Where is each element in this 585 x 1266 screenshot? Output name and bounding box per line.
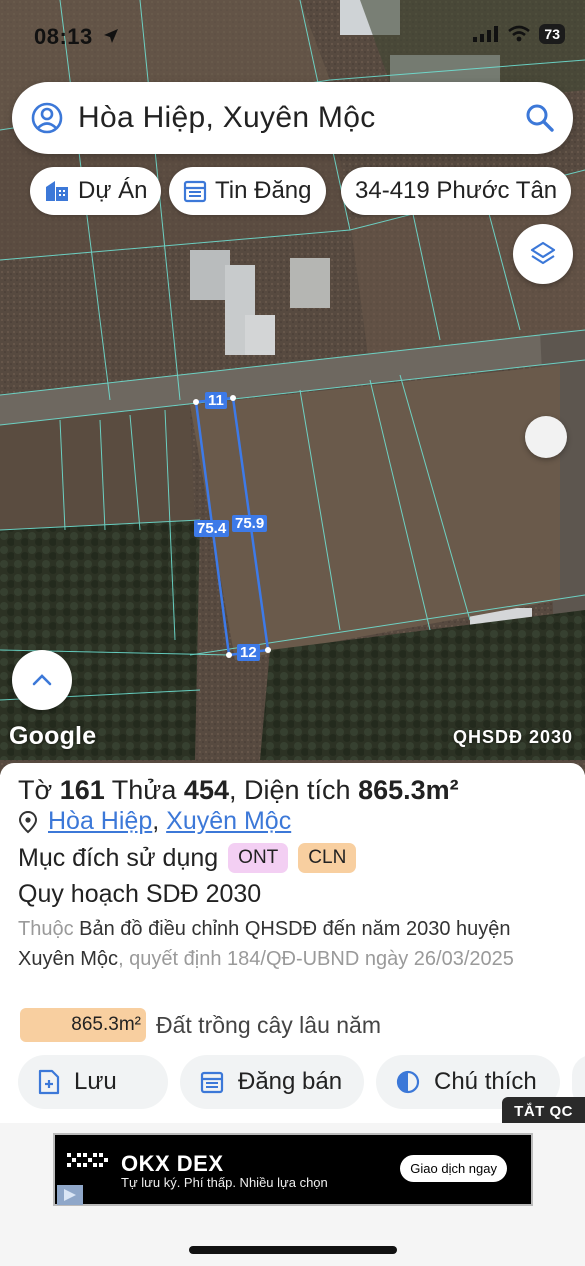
okx-logo-icon [67, 1153, 108, 1167]
signal-icon [473, 26, 499, 42]
area-value: 865.3m² [358, 775, 459, 805]
layers-button[interactable] [513, 224, 573, 284]
ad-subtitle: Tự lưu ký. Phí thấp. Nhiều lựa chọn [121, 1175, 328, 1190]
planning-description: Thuộc Bản đồ điều chỉnh QHSDĐ đến năm 20… [18, 914, 568, 974]
land-use-row: Mục đích sử dụng ONT CLN [18, 843, 357, 873]
location-row: Hòa Hiệp, Xuyên Mộc [18, 807, 291, 836]
wifi-icon [508, 25, 531, 42]
chip-tin-dang[interactable]: Tin Đăng [169, 167, 326, 215]
parcel-summary: Tờ 161 Thửa 454, Diện tích 865.3m² [18, 775, 459, 805]
chevron-up-icon [32, 674, 52, 686]
location-arrow-icon [104, 29, 118, 43]
desc-decision: , quyết định 184/QĐ-UBND ngày 26/03/2025 [118, 948, 514, 970]
status-time: 08:13 [34, 24, 93, 49]
turn-off-ads-button[interactable]: TẮT QC [502, 1097, 585, 1126]
parcel-info-sheet: Tờ 161 Thửa 454, Diện tích 865.3m² Hòa H… [0, 763, 585, 1123]
layers-icon [530, 241, 556, 265]
land-area-row: 865.3m² Đất trồng cây lâu năm [20, 1008, 381, 1042]
calendar-list-icon [200, 1071, 224, 1094]
plot-number: 454 [183, 775, 229, 805]
plot-label: Thửa [111, 775, 177, 805]
ad-area: OKX DEX Tự lưu ký. Phí thấp. Nhiều lựa c… [0, 1123, 585, 1266]
status-icons: 73 [473, 24, 565, 44]
legend-label: Chú thích [434, 1068, 537, 1095]
save-label: Lưu [74, 1068, 117, 1095]
land-use-badge-cln: CLN [298, 843, 357, 873]
map-pin-icon [18, 810, 38, 833]
layer-label: QHSDĐ 2030 [452, 727, 573, 747]
sheet-label: Tờ [18, 775, 53, 805]
listing-icon [183, 180, 207, 203]
land-use-label: Mục đích sử dụng [18, 843, 219, 872]
opacity-slider-handle[interactable] [525, 416, 567, 458]
search-input[interactable]: Hòa Hiệp, Xuyên Mộc [78, 101, 525, 135]
sheet-number: 161 [59, 775, 105, 805]
ad-banner[interactable]: OKX DEX Tự lưu ký. Phí thấp. Nhiều lựa c… [53, 1133, 533, 1206]
ad-title: OKX DEX [121, 1151, 224, 1176]
add-file-icon [38, 1069, 60, 1095]
map-view[interactable]: 11 75.4 75.9 12 08:13 73 Hòa Hiệp, Xuyên… [0, 0, 585, 775]
battery-indicator: 73 [539, 24, 565, 44]
district-link[interactable]: Xuyên Mộc [166, 807, 291, 836]
ad-choices-icon[interactable] [57, 1185, 83, 1205]
save-button[interactable]: Lưu [18, 1055, 168, 1109]
planning-title: Quy hoạch SDĐ 2030 [18, 880, 262, 908]
google-logo: Google [9, 722, 97, 750]
parcel-edge-bottom-label: 12 [237, 644, 260, 661]
parcel-edge-left-label: 75.4 [194, 520, 230, 537]
chip-label: Dự Án [78, 177, 148, 204]
chip-recent-location[interactable]: 34-419 Phước Tân [341, 167, 572, 215]
search-bar[interactable]: Hòa Hiệp, Xuyên Mộc [12, 82, 573, 154]
area-label: Diện tích [244, 775, 351, 805]
chip-label: Tin Đăng [215, 177, 312, 204]
parcel-edge-right-label: 75.9 [232, 515, 268, 532]
ad-cta-button[interactable]: Giao dịch ngay [400, 1155, 507, 1182]
expand-sheet-button[interactable] [12, 650, 72, 710]
land-type-label: Đất trồng cây lâu năm [156, 1011, 382, 1038]
half-circle-icon [396, 1070, 420, 1094]
land-use-badge-ont: ONT [228, 843, 289, 873]
post-for-sale-button[interactable]: Đăng bán [180, 1055, 364, 1109]
parcel-edge-top-label: 11 [205, 392, 227, 409]
home-indicator [189, 1246, 397, 1254]
account-icon[interactable] [30, 101, 64, 135]
search-icon[interactable] [525, 103, 555, 133]
building-icon [46, 181, 68, 201]
desc-prefix: Thuộc [18, 918, 74, 940]
chip-label: 34-419 Phước Tân [355, 177, 558, 204]
chip-du-an[interactable]: Dự Án [30, 167, 162, 215]
post-for-sale-label: Đăng bán [238, 1068, 343, 1095]
land-area-value: 865.3m² [20, 1008, 146, 1042]
commune-link[interactable]: Hòa Hiệp [48, 807, 152, 836]
